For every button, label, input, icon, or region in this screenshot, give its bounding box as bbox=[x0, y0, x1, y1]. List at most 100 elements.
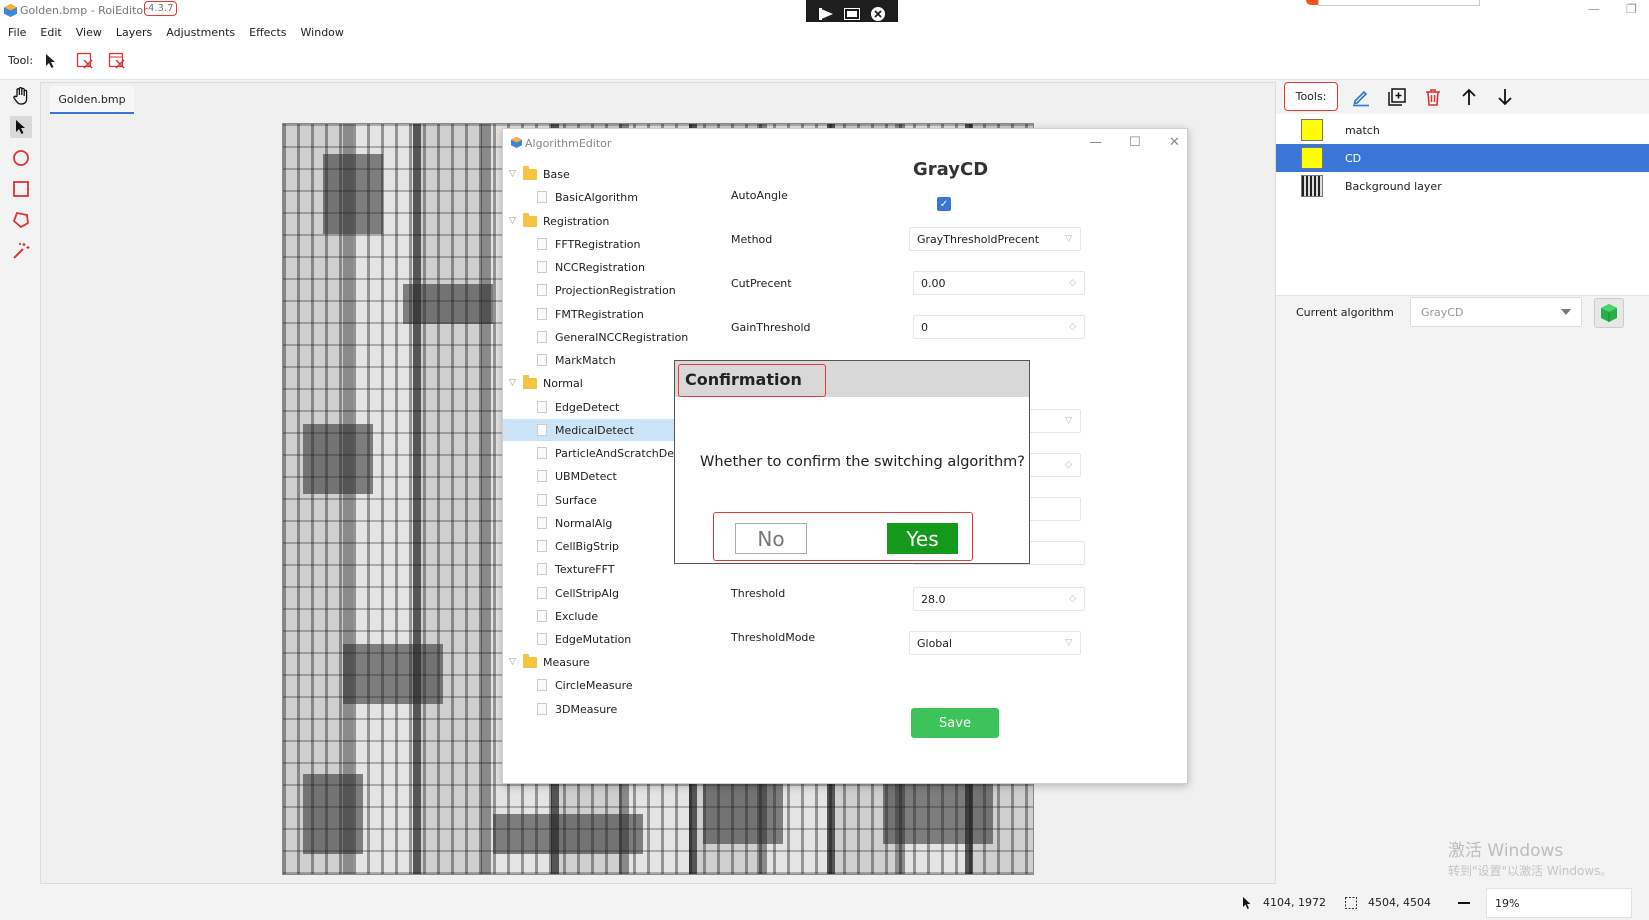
tree-folder-measure[interactable]: ▽ Measure bbox=[509, 651, 590, 673]
algorithm-heading: GrayCD bbox=[913, 159, 989, 180]
tree-item-basicalgorithm[interactable]: BasicAlgorithm bbox=[537, 186, 638, 208]
tree-item-surface[interactable]: Surface bbox=[537, 489, 597, 511]
tree-item-cellstripalg[interactable]: CellStripAlg bbox=[537, 582, 619, 604]
clear-all-icon[interactable] bbox=[108, 52, 126, 70]
editor-close-button[interactable]: ✕ bbox=[1169, 135, 1180, 150]
pointer-tool[interactable] bbox=[10, 116, 32, 138]
gainthreshold-label: GainThreshold bbox=[731, 321, 811, 334]
tree-item-medicaldetect[interactable]: MedicalDetect bbox=[503, 419, 675, 441]
menu-adjustments[interactable]: Adjustments bbox=[166, 26, 235, 39]
activation-watermark-title: 激活 Windows bbox=[1448, 841, 1564, 861]
tree-folder-normal[interactable]: ▽ Normal bbox=[509, 372, 583, 394]
editor-minimize-button[interactable]: — bbox=[1089, 135, 1102, 150]
add-layer-button[interactable] bbox=[1386, 86, 1408, 108]
edit-layer-button[interactable] bbox=[1350, 86, 1372, 108]
file-icon bbox=[537, 354, 547, 366]
menu-view[interactable]: View bbox=[76, 26, 102, 39]
spinner-icon: ◇ bbox=[1069, 594, 1076, 604]
tree-item-fftregistration[interactable]: FFTRegistration bbox=[537, 233, 641, 255]
tree-item-edgemutation[interactable]: EdgeMutation bbox=[537, 628, 631, 650]
confirmation-dialog: Confirmation Whether to confirm the swit… bbox=[674, 360, 1030, 564]
tree-item-normalalg[interactable]: NormalAlg bbox=[537, 512, 612, 534]
cursor-position: 4104, 1972 bbox=[1263, 896, 1326, 909]
layer-item-cd[interactable]: CD bbox=[1276, 144, 1649, 172]
tree-folder-base[interactable]: ▽ Base bbox=[509, 163, 570, 185]
magic-wand-icon bbox=[13, 243, 30, 259]
save-button[interactable]: Save bbox=[911, 708, 999, 738]
move-layer-down-button[interactable] bbox=[1494, 86, 1516, 108]
menu-window[interactable]: Window bbox=[301, 26, 344, 39]
menu-edit[interactable]: Edit bbox=[40, 26, 61, 39]
minimize-button[interactable]: — bbox=[1588, 2, 1600, 16]
hand-tool[interactable] bbox=[10, 85, 32, 107]
pencil-icon bbox=[1353, 90, 1369, 107]
layer-item-background[interactable]: Background layer bbox=[1276, 172, 1649, 200]
tree-item-3dmeasure[interactable]: 3DMeasure bbox=[537, 698, 617, 720]
autoangle-checkbox[interactable]: ✓ bbox=[937, 197, 951, 211]
clear-selection-icon[interactable] bbox=[76, 52, 94, 70]
no-button[interactable]: No bbox=[735, 523, 807, 554]
tree-folder-registration[interactable]: ▽ Registration bbox=[509, 210, 609, 232]
circle-tool[interactable] bbox=[10, 147, 32, 169]
file-icon bbox=[537, 563, 547, 575]
thresholdmode-label: ThresholdMode bbox=[731, 631, 816, 644]
tree-item-markmatch[interactable]: MarkMatch bbox=[537, 349, 616, 371]
confirmation-message: Whether to confirm the switching algorit… bbox=[700, 454, 1025, 470]
file-icon bbox=[537, 703, 547, 715]
tree-item-nccregistration[interactable]: NCCRegistration bbox=[537, 256, 645, 278]
file-icon bbox=[537, 424, 547, 436]
pointer-tool-icon[interactable] bbox=[42, 52, 60, 70]
restore-button[interactable]: ❐ bbox=[1626, 2, 1637, 16]
tree-item-cellbigstrip[interactable]: CellBigStrip bbox=[537, 535, 619, 557]
rectangle-tool[interactable] bbox=[10, 178, 32, 200]
thresholdmode-select[interactable]: Global ▽ bbox=[909, 631, 1081, 655]
tree-item-texturefft[interactable]: TextureFFT bbox=[537, 558, 614, 580]
top-right-field[interactable] bbox=[1318, 0, 1480, 6]
polygon-tool[interactable] bbox=[10, 209, 32, 231]
current-algorithm-select[interactable]: GrayCD bbox=[1410, 297, 1582, 327]
gainthreshold-input[interactable]: 0 ◇ bbox=[913, 315, 1085, 339]
arrow-down-icon bbox=[1498, 89, 1512, 106]
file-icon bbox=[537, 191, 547, 203]
tree-item-particleandscratchdetect[interactable]: ParticleAndScratchDete bbox=[537, 442, 685, 464]
menu-effects[interactable]: Effects bbox=[249, 26, 286, 39]
close-icon[interactable] bbox=[870, 7, 885, 21]
record-icon[interactable] bbox=[819, 8, 834, 20]
file-icon bbox=[537, 470, 547, 482]
chevron-down-icon: ▽ bbox=[509, 378, 516, 388]
zoom-input[interactable]: 19% bbox=[1486, 888, 1632, 918]
document-tab[interactable]: Golden.bmp bbox=[50, 86, 134, 114]
apply-algorithm-button[interactable] bbox=[1594, 298, 1624, 328]
file-icon bbox=[537, 610, 547, 622]
zoom-out-icon[interactable] bbox=[1456, 896, 1472, 910]
tree-item-fmtregistration[interactable]: FMTRegistration bbox=[537, 303, 644, 325]
cursor-position-icon bbox=[1243, 897, 1251, 909]
file-icon bbox=[537, 308, 547, 320]
rectangle-icon bbox=[13, 181, 29, 197]
activation-watermark-text: 转到"设置"以激活 Windows。 bbox=[1448, 864, 1613, 878]
tree-item-exclude[interactable]: Exclude bbox=[537, 605, 598, 627]
move-layer-up-button[interactable] bbox=[1458, 86, 1480, 108]
cutprecent-input[interactable]: 0.00 ◇ bbox=[913, 271, 1085, 295]
layer-swatch bbox=[1301, 119, 1323, 141]
tools-label: Tools: bbox=[1284, 82, 1338, 111]
threshold-input[interactable]: 28.0 ◇ bbox=[913, 587, 1085, 611]
magic-wand-tool[interactable] bbox=[10, 240, 32, 262]
yes-button[interactable]: Yes bbox=[887, 523, 958, 554]
folder-icon bbox=[523, 212, 537, 227]
method-select[interactable]: GrayThresholdPrecent ▽ bbox=[909, 227, 1081, 251]
menu-layers[interactable]: Layers bbox=[116, 26, 152, 39]
delete-layer-button[interactable] bbox=[1422, 86, 1444, 108]
tree-item-projectionregistration[interactable]: ProjectionRegistration bbox=[537, 279, 676, 301]
tree-item-generalnccregistration[interactable]: GeneralNCCRegistration bbox=[537, 326, 688, 348]
menu-file[interactable]: File bbox=[8, 26, 26, 39]
tree-item-circlemeasure[interactable]: CircleMeasure bbox=[537, 674, 633, 696]
layer-item-match[interactable]: match bbox=[1276, 116, 1649, 144]
algorithm-editor-icon bbox=[511, 137, 522, 148]
cutprecent-label: CutPrecent bbox=[731, 277, 792, 290]
method-label: Method bbox=[731, 233, 773, 246]
editor-maximize-button[interactable]: ☐ bbox=[1129, 135, 1141, 150]
tree-item-edgedetect[interactable]: EdgeDetect bbox=[537, 396, 619, 418]
screen-icon[interactable] bbox=[843, 8, 860, 20]
tree-item-ubmdetect[interactable]: UBMDetect bbox=[537, 465, 617, 487]
